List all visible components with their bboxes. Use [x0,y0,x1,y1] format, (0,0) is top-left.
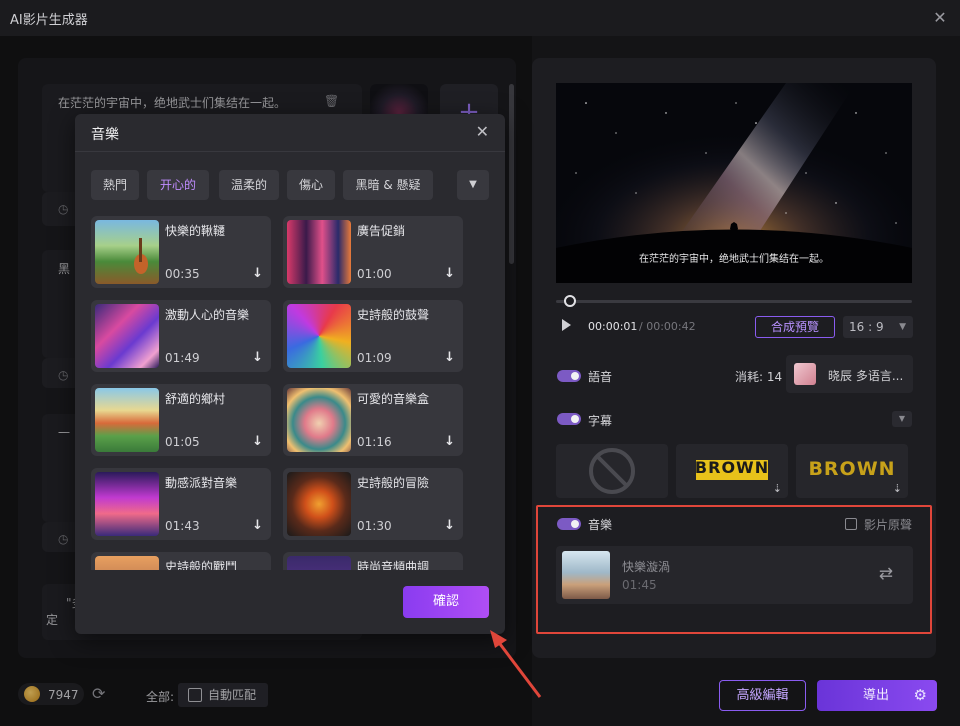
track-item[interactable]: 可愛的音樂盒 01:16 ↓ [283,384,463,456]
track-item[interactable]: 史詩般的戰鬥 [91,552,271,570]
download-icon[interactable]: ↓ [444,434,455,449]
preview-caption: 在茫茫的宇宙中，绝地武士们集结在一起。 [639,254,829,265]
track-name: 廣告促銷 [357,224,406,238]
timeline-track[interactable] [556,300,912,303]
track-duration: 01:49 [165,351,200,365]
chevron-down-icon: ▼ [899,322,906,332]
play-icon[interactable] [562,319,571,331]
voice-name: 晓辰 多语言... [828,369,904,383]
aspect-ratio-select[interactable]: 16 : 9 ▼ [843,316,913,338]
track-name: 史詩般的鼓聲 [357,308,430,322]
voice-toggle[interactable] [557,370,581,382]
track-duration: 01:30 [357,519,392,533]
track-item[interactable]: 快樂的鞦韆 00:35 ↓ [91,216,271,288]
track-duration: 01:16 [357,435,392,449]
track-duration: 01:00 [357,267,392,281]
track-name: 舒適的鄉村 [165,392,226,406]
track-thumbnail [287,472,351,536]
download-icon[interactable]: ↓ [252,434,263,449]
guitar-icon [134,238,148,274]
tag-dark-suspense[interactable]: 黑暗 & 懸疑 [343,170,433,200]
tag-hot[interactable]: 熱門 [91,170,139,200]
advanced-edit-button[interactable]: 高級編輯 [719,680,806,711]
subtitle-label: 字幕 [588,414,613,428]
track-duration: 01:05 [165,435,200,449]
voice-selector[interactable]: 晓辰 多语言... [786,355,913,393]
modal-title: 音樂 [91,127,119,143]
subtitle-toggle[interactable] [557,413,581,425]
track-duration: 01:43 [165,519,200,533]
track-thumbnail [287,220,351,284]
close-icon[interactable]: ✕ [930,8,950,28]
track-thumbnail [95,304,159,368]
modal-header: 音樂 ✕ [75,114,505,152]
style-preview-text: BROWN [694,458,770,477]
music-track-grid: 快樂的鞦韆 00:35 ↓ 廣告促銷 01:00 ↓ 激動人心的音樂 01:49… [91,216,489,570]
track-item[interactable]: 史詩般的鼓聲 01:09 ↓ [283,300,463,372]
timeline-handle[interactable] [564,295,576,307]
track-item[interactable]: 激動人心的音樂 01:49 ↓ [91,300,271,372]
track-thumbnail [95,388,159,452]
tag-sad[interactable]: 傷心 [287,170,335,200]
download-icon[interactable]: ↓ [444,350,455,365]
style-preview-text: BROWN [808,458,896,480]
subtitle-style-none[interactable] [556,444,668,498]
chevron-down-icon[interactable]: ▼ [457,170,489,200]
window-title: AI影片生成器 [10,12,88,28]
close-icon[interactable]: ✕ [476,122,489,141]
download-icon[interactable]: ↓ [252,518,263,533]
track-item[interactable]: 舒適的鄉村 01:05 ↓ [91,384,271,456]
gear-icon[interactable]: ⚙ [914,680,927,711]
voice-avatar [794,363,816,385]
video-preview: 在茫茫的宇宙中，绝地武士们集结在一起。 [556,83,912,283]
tag-happy[interactable]: 开心的 [147,170,209,200]
track-duration: 01:09 [357,351,392,365]
export-button[interactable]: 導出 ⚙ [817,680,937,711]
track-duration: 00:35 [165,267,200,281]
track-thumbnail [287,304,351,368]
download-icon[interactable]: ↓ [252,266,263,281]
total-time: / 00:00:42 [639,320,696,333]
track-name: 激動人心的音樂 [165,308,250,322]
track-name: 時尚音頻曲調 [357,560,430,570]
download-icon[interactable]: ↓ [444,266,455,281]
title-bar: AI影片生成器 ✕ [0,0,960,36]
track-thumbnail [287,556,351,570]
export-label: 導出 [863,688,890,703]
aspect-ratio-value: 16 : 9 [849,320,884,334]
track-thumbnail [95,472,159,536]
track-name: 史詩般的冒險 [357,476,430,490]
track-name: 動感派對音樂 [165,476,238,490]
track-name: 史詩般的戰鬥 [165,560,238,570]
track-thumbnail [95,220,159,284]
track-thumbnail [95,556,159,570]
track-name: 快樂的鞦韆 [165,224,226,238]
track-item[interactable]: 史詩般的冒險 01:30 ↓ [283,468,463,540]
current-time: 00:00:01 [588,320,638,333]
track-item[interactable]: 動感派對音樂 01:43 ↓ [91,468,271,540]
highlight-annotation-box [536,505,932,634]
download-icon[interactable]: ⇣ [773,482,782,495]
track-item[interactable]: 時尚音頻曲調 [283,552,463,570]
download-icon[interactable]: ↓ [444,518,455,533]
subtitle-style-brown-text[interactable]: BROWN ⇣ [796,444,908,498]
subtitle-style-brown-box[interactable]: BROWN ⇣ [676,444,788,498]
chevron-down-icon[interactable]: ▼ [892,411,912,427]
no-style-icon [589,448,635,494]
track-item[interactable]: 廣告促銷 01:00 ↓ [283,216,463,288]
track-thumbnail [287,388,351,452]
download-icon[interactable]: ↓ [252,350,263,365]
confirm-button[interactable]: 確認 [403,586,489,618]
voice-cost: 消耗: 14 [735,370,783,384]
track-name: 可愛的音樂盒 [357,392,430,406]
download-icon[interactable]: ⇣ [893,482,902,495]
voice-label: 語音 [588,370,613,384]
tag-gentle[interactable]: 温柔的 [219,170,279,200]
music-modal: 音樂 ✕ 熱門 开心的 温柔的 傷心 黑暗 & 懸疑 ▼ 快樂的鞦韆 00:35… [75,114,505,634]
compose-preview-button[interactable]: 合成預覽 [755,316,835,338]
